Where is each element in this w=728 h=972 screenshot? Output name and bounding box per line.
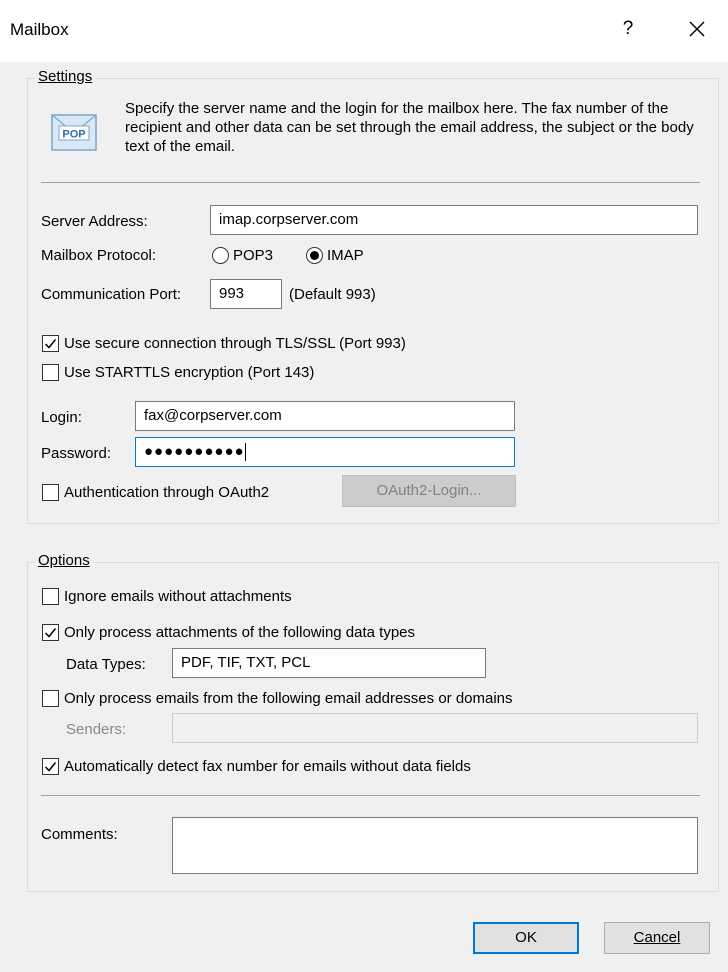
- port-default-hint: (Default 993): [289, 286, 376, 303]
- ignore-emails-checkbox[interactable]: [42, 588, 59, 605]
- options-legend: Options: [35, 552, 93, 569]
- radio-imap-label[interactable]: IMAP: [327, 247, 364, 264]
- login-label: Login:: [41, 409, 82, 426]
- only-senders-label[interactable]: Only process emails from the following e…: [64, 690, 513, 707]
- starttls-checkbox[interactable]: [42, 364, 59, 381]
- only-types-checkbox[interactable]: [42, 624, 59, 641]
- server-address-input[interactable]: imap.corpserver.com: [210, 205, 698, 235]
- window-title: Mailbox: [10, 20, 69, 39]
- pop-icon-text: POP: [62, 129, 85, 141]
- checkmark-icon: [44, 339, 57, 349]
- starttls-label[interactable]: Use STARTTLS encryption (Port 143): [64, 364, 314, 381]
- cancel-button[interactable]: Cancel: [604, 922, 710, 954]
- checkmark-icon: [44, 628, 57, 638]
- senders-input[interactable]: [172, 713, 698, 743]
- oauth-label[interactable]: Authentication through OAuth2: [64, 484, 269, 501]
- comments-textarea[interactable]: [172, 817, 698, 874]
- options-separator: [41, 795, 700, 796]
- data-types-label: Data Types:: [66, 656, 146, 673]
- pop-mailbox-icon: POP: [51, 113, 97, 152]
- data-types-input[interactable]: PDF, TIF, TXT, PCL: [172, 648, 486, 678]
- help-button[interactable]: ?: [613, 14, 643, 44]
- oauth-checkbox[interactable]: [42, 484, 59, 501]
- radio-imap[interactable]: [306, 247, 323, 264]
- password-input[interactable]: ●●●●●●●●●●: [135, 437, 515, 467]
- auto-detect-label[interactable]: Automatically detect fax number for emai…: [64, 758, 471, 775]
- mailbox-protocol-label: Mailbox Protocol:: [41, 247, 157, 264]
- password-value: ●●●●●●●●●●: [144, 443, 245, 460]
- login-input[interactable]: fax@corpserver.com: [135, 401, 515, 431]
- auto-detect-checkbox[interactable]: [42, 758, 59, 775]
- only-senders-checkbox[interactable]: [42, 690, 59, 707]
- radio-pop3-label[interactable]: POP3: [233, 247, 273, 264]
- close-icon: [689, 21, 705, 37]
- server-address-label: Server Address:: [41, 213, 148, 230]
- settings-legend: Settings: [35, 68, 96, 85]
- communication-port-label: Communication Port:: [41, 286, 182, 303]
- password-label: Password:: [41, 445, 112, 462]
- senders-label: Senders:: [66, 721, 127, 738]
- comments-label: Comments:: [41, 826, 118, 843]
- ok-button[interactable]: OK: [473, 922, 579, 954]
- only-types-label[interactable]: Only process attachments of the followin…: [64, 624, 415, 641]
- text-cursor: [244, 443, 246, 462]
- tls-checkbox[interactable]: [42, 335, 59, 352]
- ignore-emails-label[interactable]: Ignore emails without attachments: [64, 588, 292, 605]
- tls-label[interactable]: Use secure connection through TLS/SSL (P…: [64, 335, 406, 352]
- settings-description: Specify the server name and the login fo…: [125, 100, 694, 155]
- checkmark-icon: [44, 762, 57, 772]
- communication-port-input[interactable]: 993: [210, 279, 282, 309]
- settings-separator: [41, 182, 700, 183]
- radio-pop3[interactable]: [212, 247, 229, 264]
- title-bar: Mailbox ?: [0, 0, 728, 62]
- oauth-login-button[interactable]: OAuth2-Login...: [342, 475, 516, 507]
- close-button[interactable]: [682, 14, 712, 44]
